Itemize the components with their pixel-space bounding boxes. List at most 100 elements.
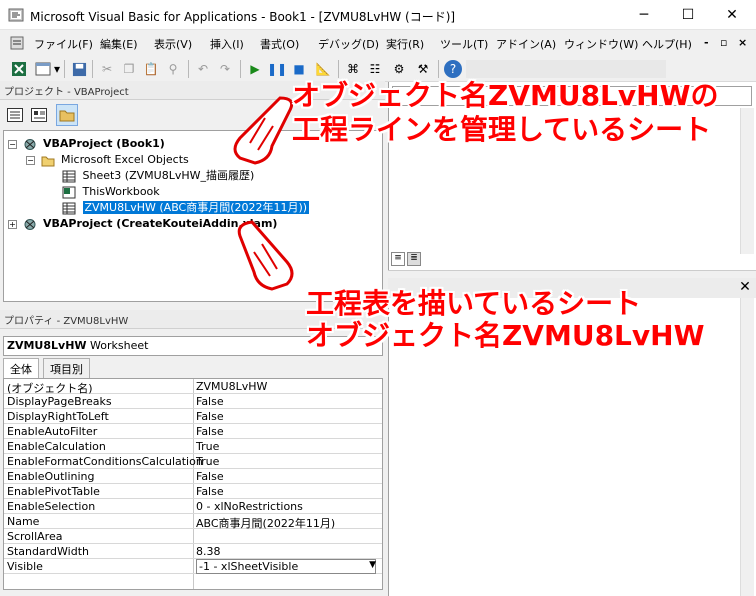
property-name: EnableSelection (7, 500, 96, 513)
menu-debug[interactable]: デバッグ(D) (318, 36, 379, 52)
immediate-close-icon[interactable]: ✕ (736, 279, 754, 295)
annotation-bottom-line2: オブジェクト名ZVMU8LvHW (306, 319, 705, 352)
collapse-icon[interactable]: − (26, 156, 35, 165)
excel-view-icon[interactable] (10, 60, 28, 78)
property-row[interactable]: EnableCalculation True (4, 439, 382, 454)
expand-icon[interactable]: + (8, 220, 17, 229)
menu-app-icon (10, 36, 24, 50)
workbook-icon (62, 186, 76, 199)
vba-project-icon (23, 138, 37, 151)
property-row[interactable]: EnableFormatConditionsCalculation True (4, 454, 382, 469)
minimize-button[interactable]: ─ (622, 0, 666, 30)
property-name: DisplayRightToLeft (7, 410, 109, 423)
maximize-button[interactable]: ☐ (666, 0, 710, 30)
property-name: ScrollArea (7, 530, 63, 543)
worksheet-icon (62, 170, 76, 183)
menu-bar: ファイル(F) 編集(E) 表示(V) 挿入(I) 書式(O) デバッグ(D) … (0, 32, 756, 54)
insert-userform-icon[interactable] (34, 60, 52, 78)
property-value: ZVMU8LvHW (196, 380, 268, 393)
visible-select[interactable]: -1 - xlSheetVisible (196, 559, 376, 574)
properties-grid: (オブジェクト名) ZVMU8LvHW DisplayPageBreaks Fals… (3, 378, 383, 590)
code-vscrollbar[interactable] (740, 108, 754, 254)
menu-file[interactable]: ファイル(F) (34, 36, 93, 52)
property-row[interactable]: EnableAutoFilter False (4, 424, 382, 439)
menu-format[interactable]: 書式(O) (260, 36, 299, 52)
tree-label: Sheet3 (ZVMU8LvHW_描画履歴) (82, 169, 255, 182)
property-row[interactable]: EnableOutlining False (4, 469, 382, 484)
property-row[interactable]: (オブジェクト名) ZVMU8LvHW (4, 379, 382, 395)
property-row[interactable]: StandardWidth 8.38 (4, 544, 382, 559)
tree-item-sheet3[interactable]: Sheet3 (ZVMU8LvHW_描画履歴) (62, 168, 254, 183)
pointing-hand-icon (233, 96, 294, 165)
property-value: False (196, 470, 224, 483)
procedure-view-icon[interactable]: ≡ (391, 252, 405, 266)
immediate-vscrollbar[interactable] (740, 298, 754, 596)
view-object-icon[interactable] (30, 106, 48, 124)
close-button[interactable]: ✕ (710, 0, 754, 30)
menu-tools[interactable]: ツール(T) (440, 36, 488, 52)
property-row[interactable]: Name ABC商事月間(2022年11月) (4, 514, 382, 530)
property-row[interactable]: ScrollArea (4, 529, 382, 544)
view-code-icon[interactable] (6, 106, 24, 124)
menu-addins[interactable]: アドイン(A) (496, 36, 556, 52)
menu-view[interactable]: 表示(V) (154, 36, 192, 52)
full-module-view-icon[interactable]: ≣ (407, 252, 421, 266)
worksheet-icon (62, 202, 76, 215)
property-name: EnableAutoFilter (7, 425, 98, 438)
tab-categorized[interactable]: 項目別 (43, 358, 90, 378)
property-name: EnableOutlining (7, 470, 95, 483)
property-row[interactable]: EnableSelection 0 - xlNoRestrictions (4, 499, 382, 514)
menu-window[interactable]: ウィンドウ(W) (564, 36, 638, 52)
title-bar: Microsoft Visual Basic for Applications … (0, 0, 756, 30)
dropdown-arrow-icon[interactable]: ▾ (52, 60, 62, 78)
tree-item-excel-objects[interactable]: − Microsoft Excel Objects (26, 152, 189, 167)
cut-icon[interactable]: ✂ (98, 60, 116, 78)
dropdown-arrow-icon[interactable]: ▼ (369, 560, 376, 570)
property-name: Visible (7, 560, 43, 573)
pause-icon[interactable]: ❚❚ (267, 60, 287, 78)
toggle-folders-icon[interactable] (56, 104, 78, 126)
property-value: False (196, 485, 224, 498)
mdi-restore-button[interactable]: ▫ (720, 36, 727, 49)
tab-alphabetic[interactable]: 全体 (3, 358, 39, 378)
vba-project-icon (23, 218, 37, 231)
window-title: Microsoft Visual Basic for Applications … (30, 10, 456, 24)
undo-icon[interactable]: ↶ (194, 60, 212, 78)
property-name: EnablePivotTable (7, 485, 100, 498)
tree-label: VBAProject (Book1) (43, 137, 165, 150)
project-tree: − VBAProject (Book1) − Microsoft Excel O… (3, 130, 383, 302)
property-row[interactable]: Visible -1 - xlSheetVisible ▼ (4, 559, 382, 574)
annotation-top-line2: 工程ラインを管理しているシート (292, 113, 712, 146)
menu-run[interactable]: 実行(R) (386, 36, 424, 52)
mdi-close-button[interactable]: × (738, 36, 747, 49)
menu-insert[interactable]: 挿入(I) (210, 36, 244, 52)
tree-label: ZVMU8LvHW (ABC商事月間(2022年11月)) (82, 201, 310, 214)
property-row[interactable]: DisplayPageBreaks False (4, 394, 382, 409)
menu-edit[interactable]: 編集(E) (100, 36, 138, 52)
property-name: EnableCalculation (7, 440, 106, 453)
property-value: 0 - xlNoRestrictions (196, 500, 303, 513)
property-value: False (196, 425, 224, 438)
find-icon[interactable]: ⚲ (164, 60, 182, 78)
paste-icon[interactable]: 📋 (142, 60, 160, 78)
tree-label: ThisWorkbook (82, 185, 160, 198)
folder-icon (41, 154, 55, 167)
tree-item-thisworkbook[interactable]: ThisWorkbook (62, 184, 160, 199)
vba-app-icon (8, 8, 24, 22)
property-row[interactable]: EnablePivotTable False (4, 484, 382, 499)
object-name: ZVMU8LvHW (7, 339, 87, 352)
mdi-minimize-button[interactable]: - (704, 36, 709, 49)
collapse-icon[interactable]: − (8, 140, 17, 149)
tree-item-vbaproject-book1[interactable]: − VBAProject (Book1) (8, 136, 165, 151)
redo-icon[interactable]: ↷ (216, 60, 234, 78)
run-icon[interactable]: ▶ (246, 60, 264, 78)
property-value: True (196, 455, 220, 468)
copy-icon[interactable]: ❐ (120, 60, 138, 78)
tree-item-zvmu8lvhw[interactable]: ZVMU8LvHW (ABC商事月間(2022年11月)) (62, 200, 310, 215)
property-row[interactable]: DisplayRightToLeft False (4, 409, 382, 424)
property-name: StandardWidth (7, 545, 90, 558)
code-hscrollbar[interactable] (388, 270, 756, 278)
property-name: Name (7, 515, 40, 528)
save-icon[interactable] (70, 60, 88, 78)
menu-help[interactable]: ヘルプ(H) (642, 36, 692, 52)
